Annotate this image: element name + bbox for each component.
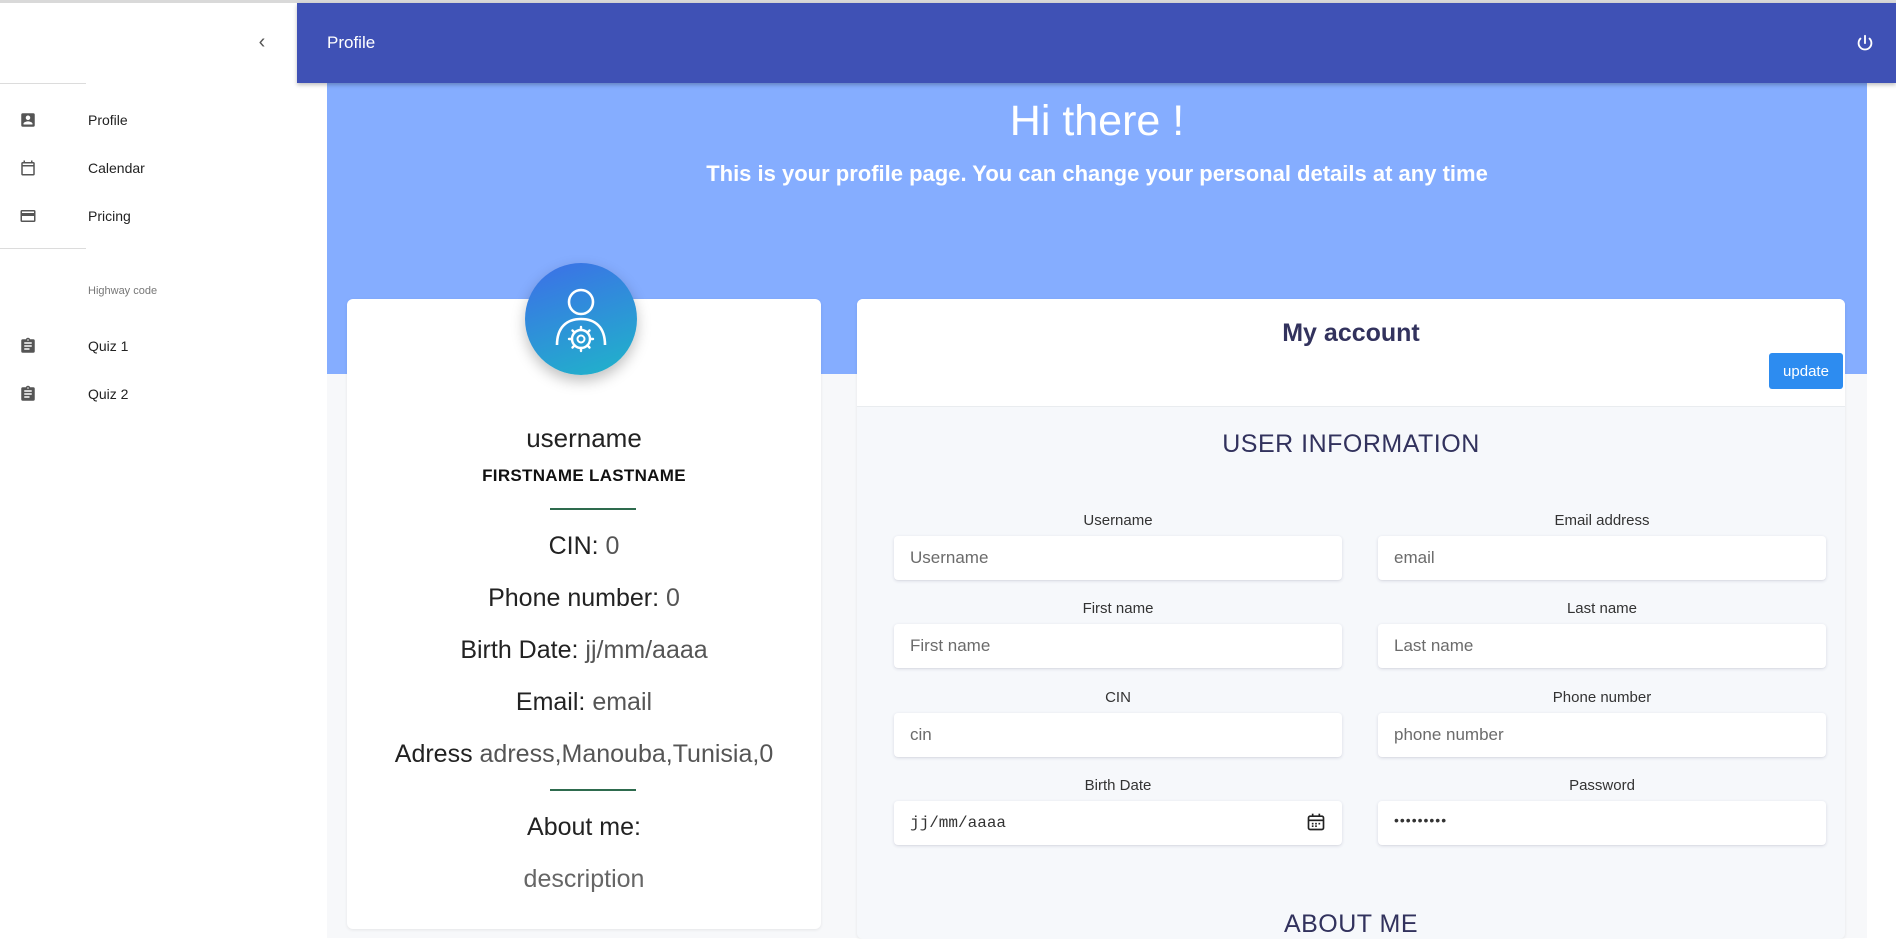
collapse-sidebar-icon[interactable]: ‹ — [250, 31, 274, 55]
sidebar-item-label: Pricing — [88, 208, 131, 224]
phone-field-label: Phone number — [1552, 689, 1652, 706]
address-label: Adress — [394, 740, 473, 768]
update-button[interactable]: update — [1769, 353, 1843, 389]
sidebar-item-profile[interactable]: Profile — [0, 98, 296, 142]
phone-field-group: Phone number — [1378, 689, 1826, 757]
account-box-icon — [21, 113, 35, 127]
email-field-group: Email address — [1378, 512, 1826, 580]
avatar — [525, 263, 637, 375]
sidebar-item-label: Quiz 2 — [88, 386, 129, 402]
first-name-input[interactable] — [894, 624, 1314, 668]
sidebar-divider — [0, 83, 86, 84]
sidebar-item-label: Calendar — [88, 160, 145, 176]
first-name-label: First name — [1082, 600, 1154, 617]
email-label: Email address — [1554, 512, 1650, 529]
about-me-label: About me: — [527, 813, 641, 841]
account-card: My account update USER INFORMATION Usern… — [857, 299, 1845, 939]
email-input[interactable] — [1378, 536, 1798, 580]
calendar-picker-icon[interactable] — [1306, 812, 1326, 832]
phone-input[interactable] — [1378, 713, 1798, 757]
cin-field-label: CIN — [1105, 689, 1131, 706]
profile-cin-row: CIN: 0 — [347, 532, 821, 561]
about-me-description: description — [523, 865, 645, 893]
user-information-heading: USER INFORMATION — [1222, 430, 1480, 458]
hero-subtitle: This is your profile page. You can chang… — [706, 161, 1488, 186]
birth-date-label: Birth Date — [1084, 777, 1152, 794]
profile-content: Hi there ! This is your profile page. Yo… — [327, 83, 1867, 939]
first-name-field-group: First name — [894, 600, 1342, 668]
sidebar-item-quiz-1[interactable]: Quiz 1 — [0, 324, 296, 368]
sidebar-section-label: Highway code — [88, 285, 158, 297]
calendar-icon — [21, 160, 35, 176]
birth-date-field-group: Birth Date jj/mm/aaaa — [894, 777, 1342, 845]
birth-date-value: jj/mm/aaaa — [910, 814, 1007, 832]
sidebar-item-label: Quiz 1 — [88, 338, 129, 354]
profile-email-row: Email: email — [347, 688, 821, 717]
clipboard-icon — [21, 337, 35, 353]
profile-separator — [550, 789, 636, 791]
last-name-label: Last name — [1566, 600, 1638, 617]
password-field-group: Password ••••••••• — [1378, 777, 1826, 845]
hero-title: Hi there ! — [1009, 97, 1185, 145]
main-area: Hi there ! This is your profile page. Yo… — [297, 83, 1896, 939]
email-label: Email: — [515, 688, 586, 716]
account-card-header: My account update — [857, 299, 1845, 407]
sidebar-divider — [0, 248, 86, 249]
last-name-field-group: Last name — [1378, 600, 1826, 668]
profile-card: username FIRSTNAME LASTNAME CIN: 0 Phone… — [347, 299, 821, 929]
sidebar-item-pricing[interactable]: Pricing — [0, 194, 296, 238]
cin-value: 0 — [605, 532, 620, 560]
username-field-group: Username — [894, 512, 1342, 580]
password-input[interactable]: ••••••••• — [1378, 801, 1826, 845]
app-header: Profile — [297, 3, 1896, 83]
sidebar-item-quiz-2[interactable]: Quiz 2 — [0, 372, 296, 416]
sidebar-item-calendar[interactable]: Calendar — [0, 146, 296, 190]
account-title: My account — [1282, 319, 1420, 347]
cin-field-group: CIN — [894, 689, 1342, 757]
email-value: email — [592, 688, 653, 716]
about-me-heading: ABOUT ME — [1283, 910, 1419, 938]
password-label: Password — [1569, 777, 1635, 794]
birth-label: Birth Date: — [460, 636, 579, 664]
credit-card-icon — [20, 210, 36, 222]
birth-value: jj/mm/aaaa — [585, 636, 708, 664]
phone-value: 0 — [666, 584, 680, 612]
phone-label: Phone number: — [488, 584, 660, 612]
address-value: adress,Manouba,Tunisia,0 — [479, 740, 774, 768]
profile-fullname: FIRSTNAME LASTNAME — [482, 466, 686, 485]
sidebar-item-label: Profile — [88, 112, 128, 128]
birth-date-input[interactable]: jj/mm/aaaa — [894, 801, 1342, 845]
username-label: Username — [1083, 512, 1153, 529]
clipboard-icon — [21, 385, 35, 401]
user-settings-icon — [555, 288, 607, 353]
password-value: ••••••••• — [1394, 812, 1448, 828]
username-input[interactable] — [894, 536, 1314, 580]
profile-birth-row: Birth Date: jj/mm/aaaa — [347, 636, 821, 665]
profile-separator — [550, 508, 636, 510]
sidebar: ‹ Profile Calendar Pricing Highway code … — [0, 3, 298, 938]
page-title: Profile — [327, 33, 376, 52]
profile-address-row: Adress adress,Manouba,Tunisia,0 — [347, 740, 821, 769]
power-icon[interactable] — [1854, 33, 1876, 55]
cin-label: CIN: — [548, 532, 599, 560]
profile-username: username — [526, 423, 642, 453]
profile-phone-row: Phone number: 0 — [347, 584, 821, 613]
last-name-input[interactable] — [1378, 624, 1798, 668]
cin-input[interactable] — [894, 713, 1314, 757]
